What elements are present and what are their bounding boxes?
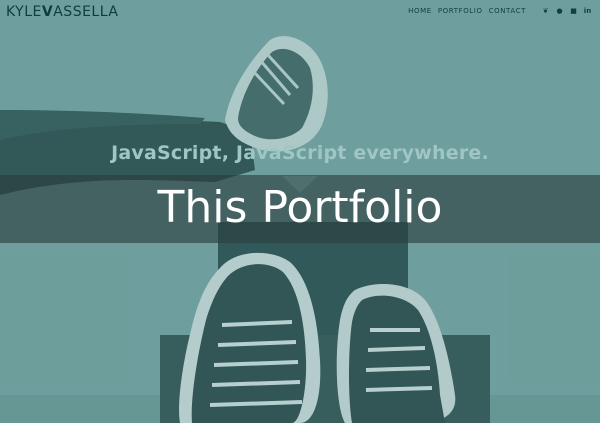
- nav-contact-link[interactable]: CONTACT: [489, 5, 526, 17]
- hero-tagline: JavaScript, JavaScript everywhere.: [111, 142, 489, 164]
- apple-icon[interactable]: ❦: [541, 7, 550, 16]
- nav-portfolio-link[interactable]: PORTFOLIO: [438, 5, 483, 17]
- linkedin-icon[interactable]: in: [583, 7, 592, 16]
- page-title: This Portfolio: [157, 182, 443, 233]
- brand-logo[interactable]: KYLEVASSELLA: [6, 3, 118, 21]
- top-nav: HOME PORTFOLIO CONTACT ❦ ● ■ in: [408, 5, 592, 17]
- brand-last: ASSELLA: [53, 4, 119, 20]
- package-icon[interactable]: ■: [569, 7, 578, 16]
- brand-initial: V: [41, 4, 54, 20]
- github-icon[interactable]: ●: [555, 7, 564, 16]
- social-links: ❦ ● ■ in: [541, 7, 592, 16]
- brand-first: KYLE: [6, 4, 42, 20]
- nav-home-link[interactable]: HOME: [408, 5, 432, 17]
